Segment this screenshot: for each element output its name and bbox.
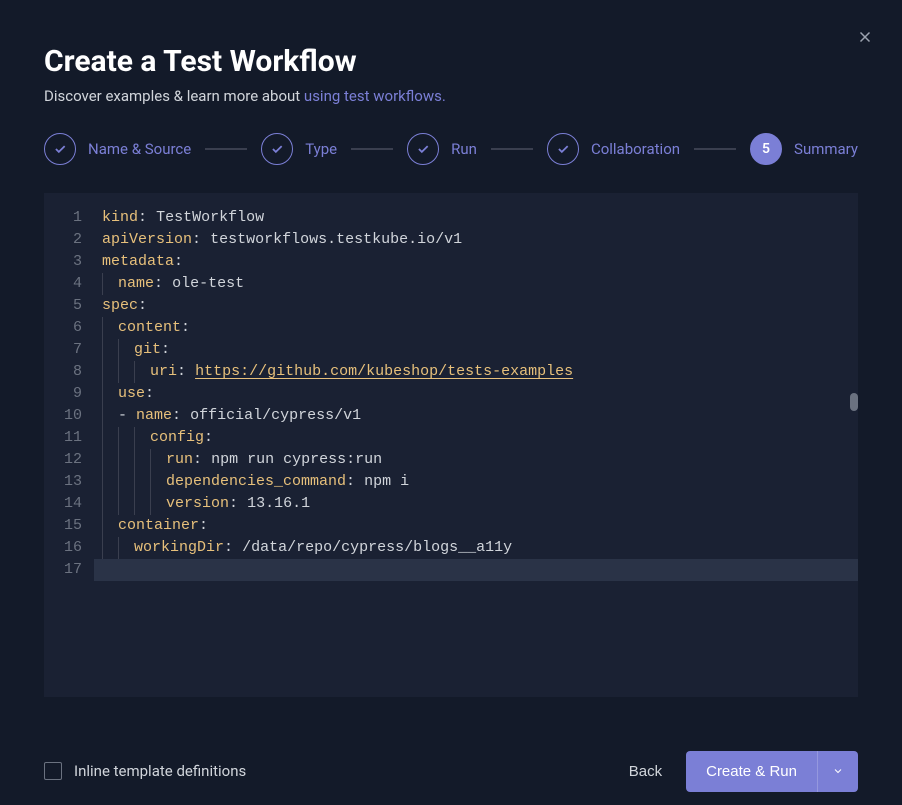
inline-template-checkbox[interactable]: Inline template definitions	[44, 762, 246, 780]
line-number: 15	[64, 515, 82, 537]
code-line: run: npm run cypress:run	[102, 449, 846, 471]
line-number: 11	[64, 427, 82, 449]
step-connector	[351, 148, 393, 150]
check-icon	[547, 133, 579, 165]
line-number: 7	[64, 339, 82, 361]
create-workflow-modal: Create a Test Workflow Discover examples…	[0, 0, 902, 805]
line-number: 4	[64, 273, 82, 295]
create-run-button-group: Create & Run	[686, 751, 858, 792]
modal-footer: Inline template definitions Back Create …	[0, 737, 902, 805]
close-button[interactable]	[856, 28, 874, 46]
line-number: 13	[64, 471, 82, 493]
step-connector	[491, 148, 533, 150]
code-line: name: ole-test	[102, 273, 846, 295]
scrollbar-thumb[interactable]	[850, 393, 858, 411]
check-icon	[407, 133, 439, 165]
code-line: content:	[102, 317, 846, 339]
line-number: 17	[64, 559, 82, 581]
docs-link[interactable]: using test workflows.	[304, 87, 446, 105]
yaml-editor[interactable]: 1234567891011121314151617 kind: TestWork…	[44, 193, 858, 697]
code-line: version: 13.16.1	[102, 493, 846, 515]
step-name-source[interactable]: Name & Source	[44, 133, 191, 165]
step-summary[interactable]: 5 Summary	[750, 133, 858, 165]
modal-title: Create a Test Workflow	[44, 44, 858, 79]
back-button[interactable]: Back	[629, 763, 662, 780]
line-number: 14	[64, 493, 82, 515]
check-icon	[261, 133, 293, 165]
step-connector	[205, 148, 247, 150]
check-icon	[44, 133, 76, 165]
code-line: kind: TestWorkflow	[102, 207, 846, 229]
line-number: 6	[64, 317, 82, 339]
line-number: 2	[64, 229, 82, 251]
line-number: 12	[64, 449, 82, 471]
footer-actions: Back Create & Run	[629, 751, 858, 792]
line-number: 5	[64, 295, 82, 317]
step-connector	[694, 148, 736, 150]
code-line: uri: https://github.com/kubeshop/tests-e…	[102, 361, 846, 383]
checkbox-icon	[44, 762, 62, 780]
line-number: 16	[64, 537, 82, 559]
code-line: spec:	[102, 295, 846, 317]
line-number: 10	[64, 405, 82, 427]
step-run[interactable]: Run	[407, 133, 477, 165]
code-line: workingDir: /data/repo/cypress/blogs__a1…	[102, 537, 846, 559]
line-number: 8	[64, 361, 82, 383]
code-line: dependencies_command: npm i	[102, 471, 846, 493]
line-number: 3	[64, 251, 82, 273]
code-line	[94, 559, 858, 581]
code-line: git:	[102, 339, 846, 361]
code-content[interactable]: kind: TestWorkflowapiVersion: testworkfl…	[94, 193, 858, 697]
create-run-dropdown[interactable]	[817, 751, 858, 792]
modal-subtitle: Discover examples & learn more about usi…	[44, 87, 858, 105]
step-collaboration[interactable]: Collaboration	[547, 133, 680, 165]
create-run-button[interactable]: Create & Run	[686, 751, 817, 792]
code-line: metadata:	[102, 251, 846, 273]
line-number: 9	[64, 383, 82, 405]
step-type[interactable]: Type	[261, 133, 337, 165]
code-line: apiVersion: testworkflows.testkube.io/v1	[102, 229, 846, 251]
line-numbers: 1234567891011121314151617	[44, 193, 94, 697]
code-line: container:	[102, 515, 846, 537]
code-line: config:	[102, 427, 846, 449]
chevron-down-icon	[832, 765, 844, 777]
code-line: - name: official/cypress/v1	[102, 405, 846, 427]
stepper: Name & Source Type Run Collaboration 5	[44, 133, 858, 165]
line-number: 1	[64, 207, 82, 229]
code-line: use:	[102, 383, 846, 405]
step-number-badge: 5	[750, 133, 782, 165]
